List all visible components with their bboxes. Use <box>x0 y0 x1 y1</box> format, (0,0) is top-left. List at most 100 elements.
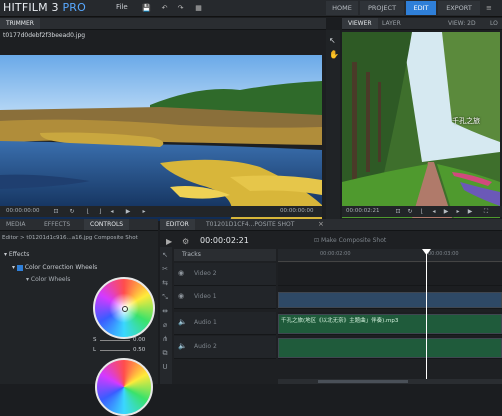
fullscreen-icon[interactable]: ⛶ <box>482 208 490 216</box>
magnet-icon[interactable]: U <box>160 363 170 373</box>
make-composite-button[interactable]: ⊡ Make Composite Shot <box>314 237 386 244</box>
frame-icon[interactable]: ⊡ <box>52 208 60 215</box>
tree-effects[interactable]: ▾ Effects <box>4 251 29 258</box>
scrollbar-thumb[interactable] <box>318 380 408 383</box>
tab-composite-shot[interactable]: T01201D1CF4...POSITE SHOT <box>200 219 300 230</box>
select-tool-icon[interactable]: ↖ <box>160 251 170 261</box>
checkbox-icon[interactable] <box>16 264 23 271</box>
s-value[interactable]: 0.00 <box>133 337 145 343</box>
playhead[interactable] <box>426 249 427 384</box>
tree-color-correction[interactable]: ▾ Color Correction Wheels <box>12 264 97 271</box>
slice-tool-icon[interactable]: ✂ <box>160 265 170 275</box>
track-lane-video-1[interactable] <box>278 286 502 309</box>
step-forward-icon[interactable]: ▸ <box>140 208 148 215</box>
settings-icon[interactable]: ⚙ <box>182 237 189 246</box>
window-menu-icon[interactable]: ≡ <box>486 4 500 12</box>
mark-in-icon[interactable]: ⌊ <box>84 208 92 215</box>
tab-viewer[interactable]: VIEWER <box>342 18 378 29</box>
speaker-icon[interactable]: 🔈 <box>178 342 187 350</box>
l-slider[interactable] <box>100 350 130 351</box>
controls-panel: MEDIA EFFECTS CONTROLS Editor > t01201d1… <box>0 219 158 416</box>
ripple-tool-icon[interactable]: ⤡ <box>160 293 170 303</box>
editor-tabs: EDITOR T01201D1CF4...POSITE SHOT × <box>160 219 502 231</box>
video-clip[interactable] <box>278 292 502 308</box>
menu-file[interactable]: File <box>116 3 128 11</box>
viewer-header: VIEWER LAYER VIEW: 2D LO <box>342 18 502 30</box>
color-wheel-2[interactable] <box>95 358 153 416</box>
track-header-video-2[interactable]: ◉ Video 2 <box>174 263 276 286</box>
select-tool-icon[interactable]: ↖ <box>329 36 336 45</box>
play-icon[interactable]: ▶ <box>442 208 450 215</box>
trimmer-controls: 00:00:00:00 ⊡ ↻ ⌊ ⌋ ◂ ▶ ▸ 00:00:00:00 <box>0 206 322 217</box>
lo-select[interactable]: LO <box>484 18 502 29</box>
app-logo: HITFILM 3 PRO <box>3 1 86 14</box>
grid-icon[interactable]: ▦ <box>194 3 203 12</box>
tab-editor[interactable]: EDITOR <box>160 219 195 230</box>
step-forward-icon[interactable]: ▸ <box>454 208 462 215</box>
tab-edit[interactable]: EDIT <box>406 1 436 15</box>
viewer-panel: VIEWER LAYER VIEW: 2D LO 千孔之旅 00:00:02:2… <box>342 18 502 218</box>
frame-icon[interactable]: ⊡ <box>394 208 402 215</box>
tab-media[interactable]: MEDIA <box>0 219 31 230</box>
editor-tools: ↖ ✂ ⇆ ⤡ ⇹ ⌀ ⋔ ⧉ U <box>160 247 172 384</box>
play-icon[interactable]: ▶ <box>124 208 132 215</box>
track-header-video-1[interactable]: ◉ Video 1 <box>174 286 276 309</box>
track-header-audio-2[interactable]: 🔈 Audio 2 <box>174 336 276 359</box>
undo-icon[interactable]: ↶ <box>160 3 169 12</box>
track-lane-audio-2[interactable] <box>278 336 502 359</box>
mark-in-icon[interactable]: ⌊ <box>418 208 426 215</box>
breadcrumb: Editor > t01201d1c916...a16.jpg Composit… <box>2 235 138 241</box>
tab-trimmer[interactable]: TRIMMER <box>0 18 40 29</box>
track-name: Audio 1 <box>194 319 217 326</box>
track-lane-audio-1[interactable]: 千孔之旅(地区《以北无奈》主题曲」伴奏).mp3 <box>278 312 502 335</box>
timeline-ruler[interactable]: 00:00:02:00 00:00:03:00 <box>278 249 502 262</box>
composite-icon: ⊡ <box>314 237 321 244</box>
ruler-mark: 00:00:02:00 <box>320 251 351 257</box>
redo-icon[interactable]: ↷ <box>176 3 185 12</box>
tab-export[interactable]: EXPORT <box>438 1 480 15</box>
tab-effects[interactable]: EFFECTS <box>38 219 76 230</box>
slip-tool-icon[interactable]: ⇆ <box>160 279 170 289</box>
play-icon-2[interactable]: ▶ <box>466 208 474 215</box>
hand-tool-icon[interactable]: ✋ <box>329 50 339 59</box>
rate-tool-icon[interactable]: ⌀ <box>160 321 170 331</box>
eye-icon[interactable]: ◉ <box>178 269 184 277</box>
roll-tool-icon[interactable]: ⇹ <box>160 307 170 317</box>
loop-icon[interactable]: ↻ <box>68 208 76 215</box>
track-header-audio-1[interactable]: 🔈 Audio 1 <box>174 312 276 335</box>
track-lane-video-2[interactable] <box>278 263 502 286</box>
tab-controls[interactable]: CONTROLS <box>84 219 130 230</box>
step-back-icon[interactable]: ◂ <box>430 208 438 215</box>
audio-clip-label: 千孔之旅(地区《以北无奈》主题曲」伴奏).mp3 <box>281 318 399 324</box>
step-back-icon[interactable]: ◂ <box>108 208 116 215</box>
mark-out-icon[interactable]: ⌋ <box>96 208 104 215</box>
viewer-tools-strip: ↖ ✋ <box>326 30 340 220</box>
s-slider[interactable] <box>100 340 130 341</box>
left-panel-tabs: MEDIA EFFECTS CONTROLS <box>0 219 158 231</box>
eye-icon[interactable]: ◉ <box>178 292 184 300</box>
top-bar: HITFILM 3 PRO File 💾 ↶ ↷ ▦ HOME PROJECT … <box>0 0 502 17</box>
close-tab-icon[interactable]: × <box>318 220 324 228</box>
l-value[interactable]: 0.50 <box>133 347 145 353</box>
speaker-icon[interactable]: 🔈 <box>178 318 187 326</box>
app-edition: PRO <box>62 1 86 14</box>
link-tool-icon[interactable]: ⧉ <box>160 349 170 359</box>
snap-tool-icon[interactable]: ⋔ <box>160 335 170 345</box>
viewer-controls: 00:00:02:21 ⊡ ↻ ⌊ ◂ ▶ ▸ ▶ ⛶ <box>342 206 502 217</box>
tab-project[interactable]: PROJECT <box>360 1 404 15</box>
tree-color-wheels[interactable]: ▾ Color Wheels <box>26 276 70 283</box>
save-icon[interactable]: 💾 <box>142 3 151 12</box>
tracks-label: Tracks <box>182 251 201 258</box>
timeline-scrollbar[interactable] <box>278 379 502 384</box>
audio-clip[interactable] <box>278 338 502 358</box>
tab-home[interactable]: HOME <box>326 1 358 15</box>
color-wheel[interactable] <box>93 277 155 339</box>
audio-clip[interactable]: 千孔之旅(地区《以北无奈》主题曲」伴奏).mp3 <box>278 314 502 334</box>
view-mode-select[interactable]: VIEW: 2D <box>442 18 482 29</box>
viewer-image-caption: 千孔之旅 <box>452 117 480 125</box>
trimmer-timecode-left: 00:00:00:00 <box>6 208 40 214</box>
loop-icon[interactable]: ↻ <box>406 208 414 215</box>
tab-layer[interactable]: LAYER <box>376 18 407 29</box>
play-icon[interactable]: ▶ <box>166 237 172 246</box>
l-label: L <box>93 347 97 353</box>
